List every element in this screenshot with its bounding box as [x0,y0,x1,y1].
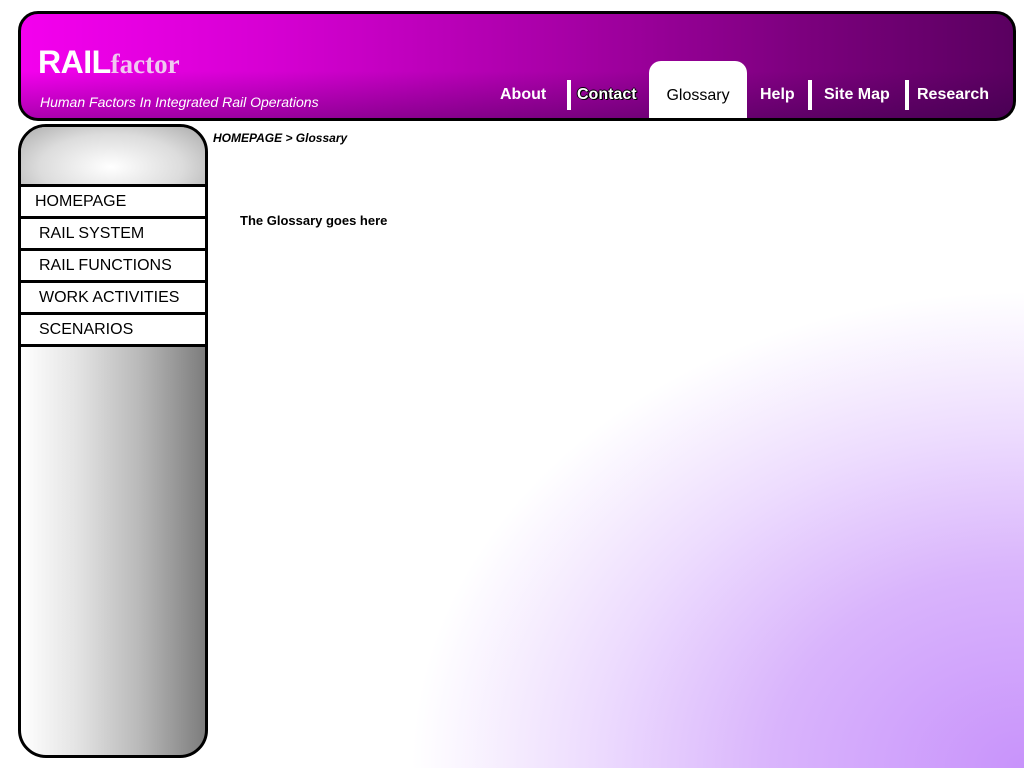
nav-separator [905,80,909,110]
sidebar-item-label: RAIL SYSTEM [39,225,145,242]
nav-about[interactable]: About [500,86,546,104]
sidebar-item-label: HOMEPAGE [35,193,127,210]
sidebar-item-label: RAIL FUNCTIONS [39,257,172,274]
nav-glossary: Glossary [666,87,730,104]
sidebar-item-rail-system[interactable]: RAIL SYSTEM [21,219,205,251]
site-header: RAILfactor Human Factors In Integrated R… [18,11,1016,121]
nav-separator [567,80,571,110]
sidebar-item-label: WORK ACTIVITIES [39,289,180,306]
nav-separator [808,80,812,110]
sidebar-item-label: SCENARIOS [39,321,134,338]
glossary-placeholder-text: The Glossary goes here [240,213,388,228]
sidebar: HOMEPAGE RAIL SYSTEM RAIL FUNCTIONS WORK… [18,124,208,758]
top-nav: About Contact Glossary Help Site Map Res… [21,14,1013,118]
sidebar-item-scenarios[interactable]: SCENARIOS [21,315,205,347]
nav-help[interactable]: Help [760,86,795,104]
sidebar-item-work-activities[interactable]: WORK ACTIVITIES [21,283,205,315]
nav-site-map[interactable]: Site Map [824,86,890,104]
nav-research[interactable]: Research [917,86,989,104]
breadcrumb: HOMEPAGE > Glossary [213,131,348,145]
nav-contact[interactable]: Contact [577,86,637,104]
sidebar-top-panel [21,127,205,187]
sidebar-item-homepage[interactable]: HOMEPAGE [21,187,205,219]
nav-glossary-tab[interactable]: Glossary [649,61,747,118]
sidebar-menu: HOMEPAGE RAIL SYSTEM RAIL FUNCTIONS WORK… [21,187,205,347]
sidebar-item-rail-functions[interactable]: RAIL FUNCTIONS [21,251,205,283]
